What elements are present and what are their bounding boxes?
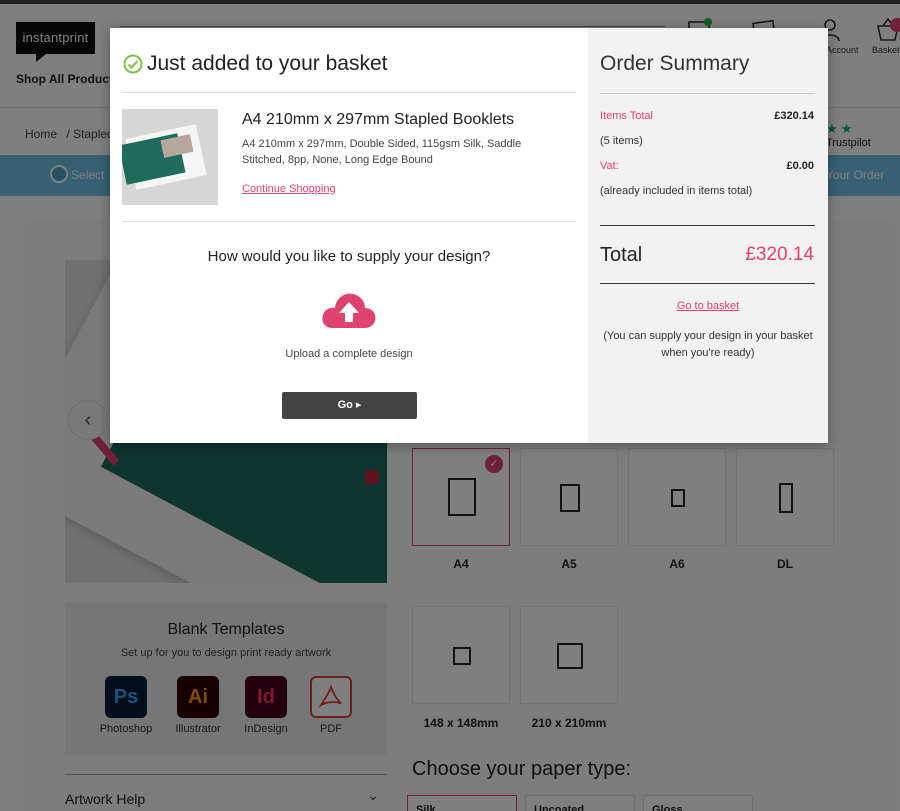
modal-left-panel: Just added to your basket A4 210mm x 297… [110,28,588,443]
items-total-label: Items Total [600,110,653,122]
success-check-icon [123,54,143,74]
go-button-label: Go [337,399,353,411]
upload-design-label: Upload a complete design [285,348,413,360]
divider [122,92,576,93]
go-to-basket-link[interactable]: Go to basket [588,300,828,312]
go-button[interactable]: Go ▸ [282,392,417,419]
product-thumbnail [122,109,218,205]
item-description: A4 210mm x 297mm, Double Sided, 115gsm S… [242,138,522,166]
modal-title: Just added to your basket [147,52,388,75]
supply-question: How would you like to supply your design… [207,248,491,265]
divider [600,283,815,284]
supply-later-note: (You can supply your design in your bask… [603,330,813,359]
divider [122,221,576,222]
items-total-value: £320.14 [774,110,814,122]
total-label: Total [600,244,643,266]
upload-cloud-icon[interactable] [319,288,379,332]
vat-label: Vat: [600,160,619,172]
vat-value: £0.00 [786,160,814,172]
item-name: A4 210mm x 297mm Stapled Booklets [242,111,515,128]
continue-shopping-link[interactable]: Continue Shopping [242,183,336,195]
items-count: (5 items) [600,135,643,147]
total-value: £320.14 [745,244,814,265]
caret-right-icon: ▸ [355,399,362,411]
divider [600,93,815,94]
order-summary-panel: Order Summary Items Total £320.14 (5 ite… [588,28,828,443]
divider [600,225,815,226]
added-to-basket-modal: Just added to your basket A4 210mm x 297… [110,28,828,443]
vat-note: (already included in items total) [600,185,753,197]
order-summary-title: Order Summary [600,52,750,75]
